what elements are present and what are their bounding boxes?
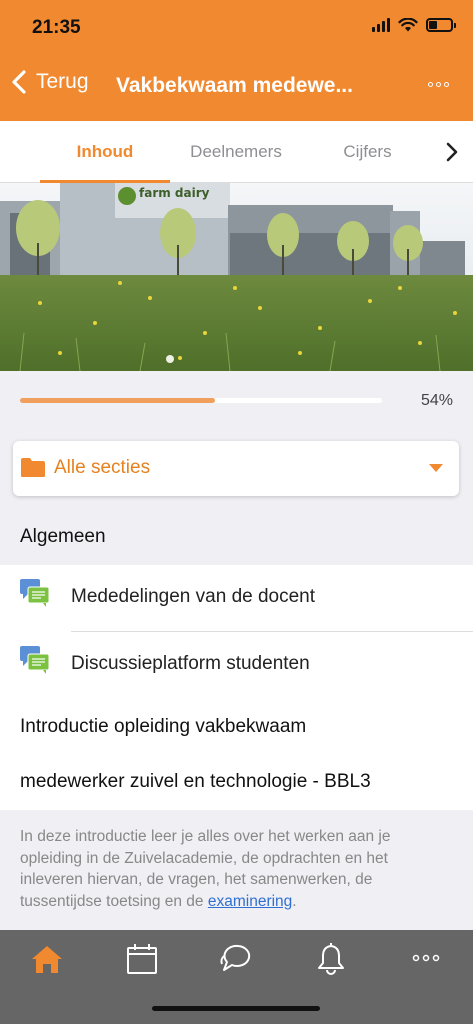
section-title-algemeen: Algemeen — [0, 509, 473, 565]
home-icon[interactable] — [29, 942, 65, 976]
course-tabs: Inhoud Deelnemers Cijfers — [0, 121, 473, 183]
section-summary-end: . — [292, 892, 297, 910]
list-item-discussion[interactable]: Discussieplatform studenten — [0, 632, 473, 699]
cellular-signal-icon — [372, 18, 390, 32]
list-item-label: Discussieplatform studenten — [71, 653, 310, 674]
section-summary-text: In deze introductie leer je alles over h… — [20, 828, 391, 910]
chevron-right-icon[interactable] — [445, 141, 459, 163]
status-icons — [372, 18, 456, 32]
list-item-announcements[interactable]: Mededelingen van de docent — [0, 565, 473, 632]
section-title-line-2: medewerker zuivel en technologie - BBL3 — [20, 771, 371, 792]
caret-down-icon — [429, 464, 443, 472]
section-title-introductie: Introductie opleiding vakbekwaam medewer… — [0, 699, 473, 810]
forum-icon — [20, 579, 50, 607]
progress-bar-fill — [20, 398, 216, 403]
wifi-icon — [398, 18, 418, 32]
section-select[interactable]: Alle secties — [13, 441, 459, 496]
hero-sign-text: farm dairy — [139, 186, 210, 200]
course-banner-image: farm dairy — [0, 183, 473, 371]
messages-icon[interactable] — [218, 942, 254, 976]
back-label: Terug — [36, 70, 89, 93]
status-time: 21:35 — [32, 17, 81, 38]
folder-icon — [21, 458, 45, 477]
examinering-link[interactable]: examinering — [208, 893, 292, 910]
calendar-icon[interactable] — [124, 942, 160, 976]
course-progress: 54% — [0, 371, 473, 433]
section-select-value: Alle secties — [54, 457, 151, 478]
tab-inhoud[interactable]: Inhoud — [40, 121, 170, 183]
battery-icon — [426, 18, 456, 32]
app-header: 21:35 Terug Vakbekwaam medewe... — [0, 0, 473, 121]
section-summary: In deze introductie leer je alles over h… — [0, 810, 473, 930]
chevron-left-icon — [12, 70, 26, 94]
section-title-line-1: Introductie opleiding vakbekwaam — [20, 716, 307, 737]
back-button[interactable]: Terug — [10, 70, 89, 94]
page-title: Vakbekwaam medewe... — [116, 74, 353, 97]
home-indicator[interactable] — [152, 1006, 320, 1011]
more-icon[interactable] — [408, 942, 444, 976]
tab-cijfers[interactable]: Cijfers — [310, 121, 425, 183]
forum-icon — [20, 646, 50, 674]
more-options-button[interactable] — [428, 82, 449, 87]
progress-percentage: 54% — [420, 392, 453, 409]
list-item-label: Mededelingen van de docent — [71, 586, 316, 607]
progress-bar — [20, 398, 382, 403]
notifications-icon[interactable] — [313, 942, 349, 976]
tab-deelnemers[interactable]: Deelnemers — [176, 121, 296, 183]
